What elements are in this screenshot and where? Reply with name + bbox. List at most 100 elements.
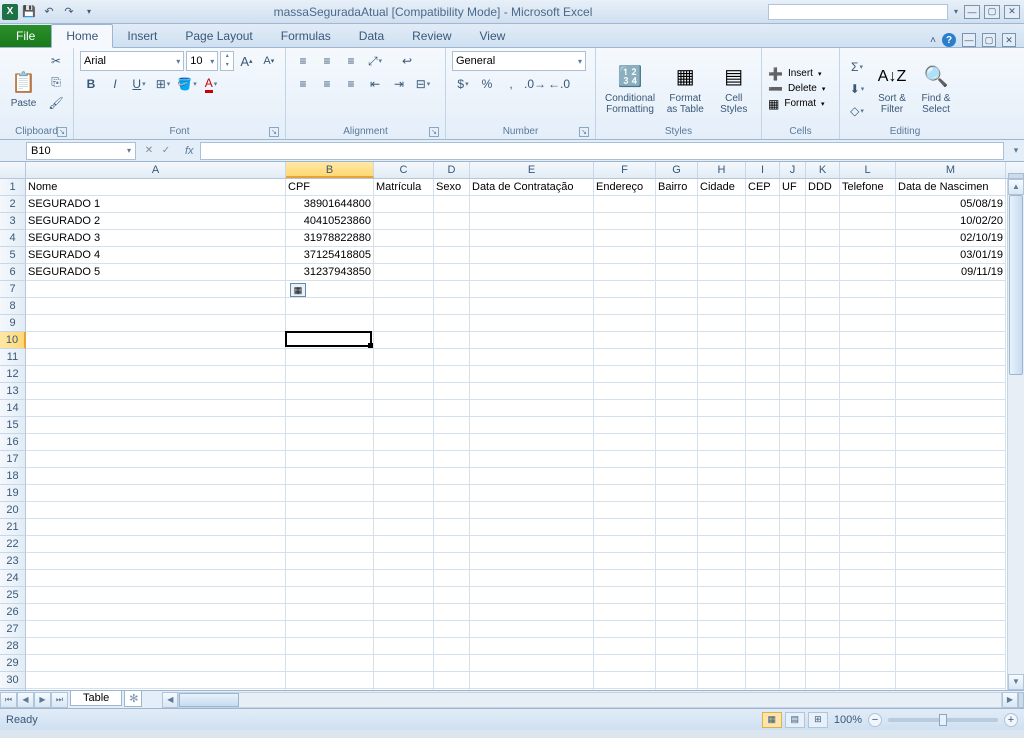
cell-M23[interactable] [896,553,1006,570]
next-sheet-icon[interactable]: ▶ [34,692,51,708]
scroll-left-icon[interactable]: ◀ [162,692,178,708]
cell-A14[interactable] [26,400,286,417]
cell-G12[interactable] [656,366,698,383]
autosum-icon[interactable]: Σ [846,57,868,77]
cell-J6[interactable] [780,264,806,281]
minimize-button[interactable]: — [964,5,980,19]
cell-C7[interactable] [374,281,434,298]
cell-G19[interactable] [656,485,698,502]
cell-E9[interactable] [470,315,594,332]
pagelayout-tab[interactable]: Page Layout [171,25,266,47]
cell-G13[interactable] [656,383,698,400]
cell-I6[interactable] [746,264,780,281]
cell-I9[interactable] [746,315,780,332]
fx-icon[interactable]: fx [185,145,194,157]
cell-A20[interactable] [26,502,286,519]
cell-B19[interactable] [286,485,374,502]
cell-B26[interactable] [286,604,374,621]
cell-J13[interactable] [780,383,806,400]
cell-E30[interactable] [470,672,594,689]
cell-D3[interactable] [434,213,470,230]
cell-M13[interactable] [896,383,1006,400]
column-header-E[interactable]: E [470,162,594,178]
cell-E17[interactable] [470,451,594,468]
cell-B5[interactable]: 37125418805 [286,247,374,264]
copy-icon[interactable]: ⎘ [45,72,67,92]
cell-L10[interactable] [840,332,896,349]
cell-L6[interactable] [840,264,896,281]
cell-A1[interactable]: Nome [26,179,286,196]
cell-L26[interactable] [840,604,896,621]
cell-F5[interactable] [594,247,656,264]
cell-I30[interactable] [746,672,780,689]
cell-L20[interactable] [840,502,896,519]
cell-C8[interactable] [374,298,434,315]
column-header-K[interactable]: K [806,162,840,178]
cell-B1[interactable]: CPF [286,179,374,196]
cell-L9[interactable] [840,315,896,332]
cell-C14[interactable] [374,400,434,417]
cell-F13[interactable] [594,383,656,400]
cell-I25[interactable] [746,587,780,604]
cell-E11[interactable] [470,349,594,366]
cell-D7[interactable] [434,281,470,298]
cell-J21[interactable] [780,519,806,536]
cell-M31[interactable] [896,689,1006,690]
file-tab[interactable]: File [0,25,51,47]
cell-C17[interactable] [374,451,434,468]
cell-L23[interactable] [840,553,896,570]
cell-A17[interactable] [26,451,286,468]
cell-J4[interactable] [780,230,806,247]
cell-F4[interactable] [594,230,656,247]
cell-K6[interactable] [806,264,840,281]
vertical-split-handle[interactable] [1008,173,1024,179]
cell-B9[interactable] [286,315,374,332]
column-header-I[interactable]: I [746,162,780,178]
cell-G28[interactable] [656,638,698,655]
cell-J9[interactable] [780,315,806,332]
delete-cells-button[interactable]: ➖Delete▾ [768,82,833,96]
cell-H8[interactable] [698,298,746,315]
minimize-ribbon-icon[interactable]: ˄ [930,35,936,46]
cell-F23[interactable] [594,553,656,570]
cell-L18[interactable] [840,468,896,485]
cell-I31[interactable] [746,689,780,690]
cell-J28[interactable] [780,638,806,655]
comma-icon[interactable]: , [500,74,522,94]
align-right-icon[interactable]: ≡ [340,74,362,94]
cell-D6[interactable] [434,264,470,281]
row-header-11[interactable]: 11 [0,349,26,366]
cell-D1[interactable]: Sexo [434,179,470,196]
cell-F20[interactable] [594,502,656,519]
align-left-icon[interactable]: ≡ [292,74,314,94]
cell-I20[interactable] [746,502,780,519]
cell-J25[interactable] [780,587,806,604]
cell-L3[interactable] [840,213,896,230]
cell-M21[interactable] [896,519,1006,536]
cell-E26[interactable] [470,604,594,621]
cell-K26[interactable] [806,604,840,621]
cell-L12[interactable] [840,366,896,383]
cell-J29[interactable] [780,655,806,672]
cell-E2[interactable] [470,196,594,213]
cell-H11[interactable] [698,349,746,366]
cell-C31[interactable] [374,689,434,690]
cell-L1[interactable]: Telefone [840,179,896,196]
column-header-C[interactable]: C [374,162,434,178]
cell-D29[interactable] [434,655,470,672]
cell-A23[interactable] [26,553,286,570]
cell-I11[interactable] [746,349,780,366]
cell-L27[interactable] [840,621,896,638]
cell-A30[interactable] [26,672,286,689]
cell-H27[interactable] [698,621,746,638]
increase-decimal-icon[interactable]: .0→ [524,74,546,94]
cell-I15[interactable] [746,417,780,434]
cell-B16[interactable] [286,434,374,451]
number-format-combo[interactable]: General▾ [452,51,586,71]
row-header-29[interactable]: 29 [0,655,26,672]
accounting-format-icon[interactable]: $ [452,74,474,94]
cell-G1[interactable]: Bairro [656,179,698,196]
cell-C24[interactable] [374,570,434,587]
cell-I2[interactable] [746,196,780,213]
cell-L11[interactable] [840,349,896,366]
